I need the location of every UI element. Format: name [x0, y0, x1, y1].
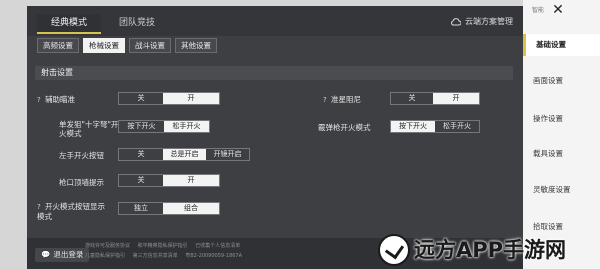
legal-links: 游戏许可及服务协议 和平精英隐私保护指引 已收集个人信息清单 儿童隐私保护指引 …: [85, 241, 385, 261]
settings-subtabs: 高频设置 枪械设置 战斗设置 其他设置: [37, 38, 217, 53]
tab-team-mode[interactable]: 团队竞技: [111, 14, 163, 32]
chat-icon: 💬: [41, 250, 51, 259]
single-fire-release[interactable]: 松手开火: [164, 121, 209, 132]
single-fire-label: 单发狙"十字弩"开火模式: [59, 120, 119, 138]
assist-aim-on[interactable]: 开: [163, 93, 219, 104]
legal-link[interactable]: 第三方信息共享清单: [133, 253, 178, 259]
legal-link[interactable]: 游戏许可及服务协议: [85, 243, 130, 249]
assist-aim-off[interactable]: 关: [119, 93, 163, 104]
settings-panel: 经典模式 团队竞技 云端方案管理 高频设置 枪械设置 战斗设置 其他设置 射击设…: [27, 6, 523, 269]
help-icon[interactable]: ?: [37, 96, 45, 105]
single-fire-press[interactable]: 按下开火: [119, 121, 164, 132]
scope-resist-label: ? 准星阻尼: [323, 95, 361, 105]
scope-resist-toggle: 关 开: [390, 92, 480, 105]
legal-link[interactable]: 儿童隐私保护指引: [85, 253, 125, 259]
left-fire-toggle: 关 总是开启 开镜开启: [118, 148, 250, 161]
cloud-icon: [451, 17, 461, 25]
sidebar-mini-label: 智能: [532, 7, 545, 14]
watermark-logo-icon: [378, 234, 410, 266]
shotgun-fire-label: 霰弹枪开火模式: [318, 123, 371, 132]
watermark-text: 远方APP手游网: [414, 238, 567, 262]
watermark: 远方APP手游网: [378, 231, 600, 269]
fire-mode-combined[interactable]: 组合: [163, 203, 219, 214]
fire-mode-separate[interactable]: 独立: [119, 203, 163, 214]
legal-link[interactable]: 已收集个人信息清单: [195, 243, 240, 249]
help-icon[interactable]: ?: [323, 96, 331, 105]
cloud-plan-label: 云端方案管理: [465, 17, 513, 26]
sidebar-item-controls[interactable]: 操作设置: [523, 108, 600, 130]
single-fire-toggle: 按下开火 松手开火: [118, 120, 210, 133]
muzzle-hint-label: 枪口顶墙提示: [59, 178, 104, 187]
mode-tabbar: 经典模式 团队竞技 云端方案管理: [27, 6, 523, 36]
icp-number: 粤B2-20090059-1867A: [185, 253, 243, 259]
left-fire-always[interactable]: 总是开启: [163, 149, 206, 160]
scope-resist-off[interactable]: 关: [391, 93, 433, 104]
muzzle-hint-on[interactable]: 开: [163, 175, 219, 186]
subtab-weapon[interactable]: 枪械设置: [83, 38, 125, 53]
assist-aim-toggle: 关 开: [118, 92, 220, 105]
logout-label: 退出登录: [53, 250, 84, 259]
logout-button[interactable]: 💬 退出登录: [35, 248, 90, 262]
sidebar-item-vehicle[interactable]: 载具设置: [523, 143, 600, 165]
shotgun-fire-press[interactable]: 按下开火: [391, 121, 435, 132]
subtab-combat[interactable]: 战斗设置: [129, 38, 171, 53]
close-icon[interactable]: ✕: [548, 2, 568, 18]
cloud-plan-button[interactable]: 云端方案管理: [450, 16, 513, 27]
subtab-other[interactable]: 其他设置: [175, 38, 217, 53]
subtab-high-frequency[interactable]: 高频设置: [37, 38, 79, 53]
shotgun-fire-release[interactable]: 松手开火: [435, 121, 479, 132]
section-header: 射击设置: [35, 66, 513, 80]
legal-link[interactable]: 和平精英隐私保护指引: [138, 243, 188, 249]
scope-resist-on[interactable]: 开: [433, 93, 479, 104]
muzzle-hint-toggle: 关 开: [118, 174, 220, 187]
shotgun-fire-toggle: 按下开火 松手开火: [390, 120, 480, 133]
left-fire-label: 左手开火按钮: [59, 151, 104, 160]
muzzle-hint-off[interactable]: 关: [119, 175, 163, 186]
help-icon[interactable]: ?: [37, 203, 45, 212]
fire-mode-button-label: ? 开火模式按钮显示模式: [37, 202, 105, 221]
assist-aim-label: ? 辅助瞄准: [37, 95, 75, 105]
left-fire-scope[interactable]: 开镜开启: [206, 149, 249, 160]
sidebar-item-sensitivity[interactable]: 灵敏度设置: [523, 179, 600, 201]
left-fire-off[interactable]: 关: [119, 149, 163, 160]
tab-classic-mode[interactable]: 经典模式: [37, 14, 101, 34]
sidebar-item-graphics[interactable]: 画面设置: [523, 70, 600, 92]
fire-mode-button-toggle: 独立 组合: [118, 202, 220, 215]
settings-sidebar: 基础设置 画面设置 操作设置 载具设置 灵敏度设置 拾取设置: [523, 0, 600, 269]
sidebar-item-basic[interactable]: 基础设置: [523, 34, 600, 56]
